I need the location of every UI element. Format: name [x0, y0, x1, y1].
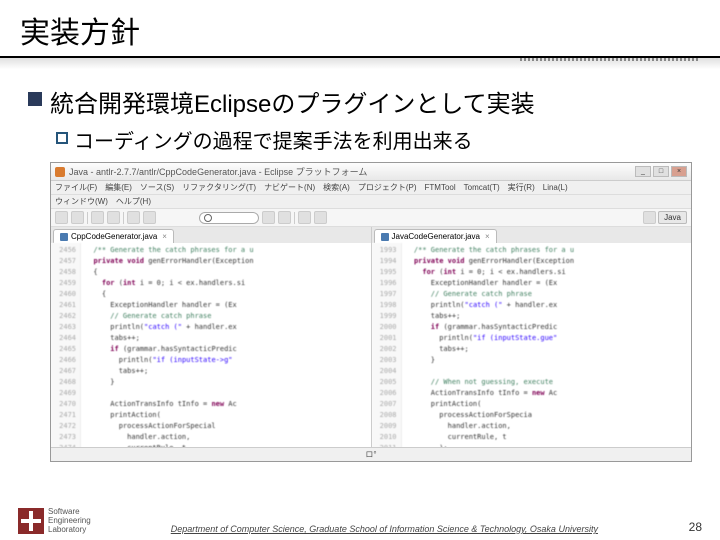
- tool-icon[interactable]: [278, 211, 291, 224]
- editor-tab[interactable]: JavaCodeGenerator.java ×: [374, 229, 497, 243]
- java-file-icon: [60, 233, 68, 241]
- title-divider: [0, 58, 720, 72]
- code-content: /** Generate the catch phrases for a u p…: [402, 243, 692, 459]
- eclipse-app-icon: [55, 167, 65, 177]
- menu-item[interactable]: リファクタリング(T): [182, 182, 256, 193]
- line-gutter: 2456 2457 2458 2459 2460 2461 2462 2463 …: [51, 243, 81, 459]
- statusbar: ロ°: [51, 447, 691, 461]
- close-tab-icon[interactable]: ×: [162, 232, 167, 241]
- menu-item[interactable]: FTMTool: [425, 183, 456, 192]
- menu-item[interactable]: ファイル(F): [55, 182, 97, 193]
- lab-logo: SoftwareEngineeringLaboratory: [18, 507, 91, 534]
- eclipse-screenshot: Java - antlr-2.7.7/antlr/CppCodeGenerato…: [50, 162, 692, 462]
- editor-tab[interactable]: CppCodeGenerator.java ×: [53, 229, 174, 243]
- menu-item[interactable]: ソース(S): [140, 182, 174, 193]
- menu-item[interactable]: Lina(L): [543, 183, 568, 192]
- perspective-icon[interactable]: [643, 211, 656, 224]
- menu-item[interactable]: 実行(R): [508, 182, 535, 193]
- maximize-button[interactable]: □: [653, 166, 669, 177]
- nav-fwd-icon[interactable]: [314, 211, 327, 224]
- logo-icon: [18, 508, 44, 534]
- code-viewport-left[interactable]: 2456 2457 2458 2459 2460 2461 2462 2463 …: [51, 243, 371, 459]
- close-button[interactable]: ×: [671, 166, 687, 177]
- java-perspective-button[interactable]: Java: [658, 211, 687, 224]
- search-field[interactable]: [199, 212, 259, 224]
- tab-label: JavaCodeGenerator.java: [392, 232, 481, 241]
- logo-text: SoftwareEngineeringLaboratory: [48, 507, 91, 534]
- tool-icon[interactable]: [262, 211, 275, 224]
- editor-left: CppCodeGenerator.java × 2456 2457 2458 2…: [51, 227, 372, 459]
- menu-item[interactable]: Tomcat(T): [464, 183, 500, 192]
- tool-icon[interactable]: [127, 211, 140, 224]
- editor-right: JavaCodeGenerator.java × 1993 1994 1995 …: [372, 227, 692, 459]
- department-footer: Department of Computer Science, Graduate…: [91, 524, 678, 534]
- window-title-text: Java - antlr-2.7.7/antlr/CppCodeGenerato…: [69, 165, 367, 178]
- bullet-level1: 統合開発環境Eclipseのプラグインとして実装: [28, 84, 692, 119]
- save-icon[interactable]: [71, 211, 84, 224]
- page-number: 28: [678, 520, 702, 534]
- bullet-level2: コーディングの過程で提案手法を利用出来る: [56, 125, 692, 154]
- line-gutter: 1993 1994 1995 1996 1997 1998 1999 2000 …: [372, 243, 402, 459]
- nav-back-icon[interactable]: [298, 211, 311, 224]
- code-viewport-right[interactable]: 1993 1994 1995 1996 1997 1998 1999 2000 …: [372, 243, 692, 459]
- java-file-icon: [381, 233, 389, 241]
- menubar-row2: ウィンドウ(W) ヘルプ(H): [51, 195, 691, 209]
- close-tab-icon[interactable]: ×: [485, 232, 490, 241]
- menu-item[interactable]: ナビゲート(N): [264, 182, 315, 193]
- menu-item[interactable]: 編集(E): [105, 182, 132, 193]
- code-content: /** Generate the catch phrases for a u p…: [81, 243, 371, 459]
- square-bullet-icon: [28, 92, 42, 106]
- run-icon[interactable]: [107, 211, 120, 224]
- minimize-button[interactable]: _: [635, 166, 651, 177]
- menu-item[interactable]: プロジェクト(P): [358, 182, 417, 193]
- hollow-square-bullet-icon: [56, 132, 68, 144]
- menu-item[interactable]: 検索(A): [323, 182, 350, 193]
- menu-item[interactable]: ヘルプ(H): [116, 196, 151, 207]
- status-text: ロ°: [365, 449, 376, 460]
- bullet2-text: コーディングの過程で提案手法を利用出来る: [74, 125, 473, 154]
- toolbar: Java: [51, 209, 691, 227]
- debug-icon[interactable]: [91, 211, 104, 224]
- bullet1-text: 統合開発環境Eclipseのプラグインとして実装: [50, 84, 535, 119]
- window-titlebar: Java - antlr-2.7.7/antlr/CppCodeGenerato…: [51, 163, 691, 181]
- menu-item[interactable]: ウィンドウ(W): [55, 196, 108, 207]
- tab-label: CppCodeGenerator.java: [71, 232, 157, 241]
- menubar: ファイル(F) 編集(E) ソース(S) リファクタリング(T) ナビゲート(N) 検索(…: [51, 181, 691, 195]
- slide-title: 実装方針: [20, 8, 700, 52]
- tool-icon[interactable]: [143, 211, 156, 224]
- new-icon[interactable]: [55, 211, 68, 224]
